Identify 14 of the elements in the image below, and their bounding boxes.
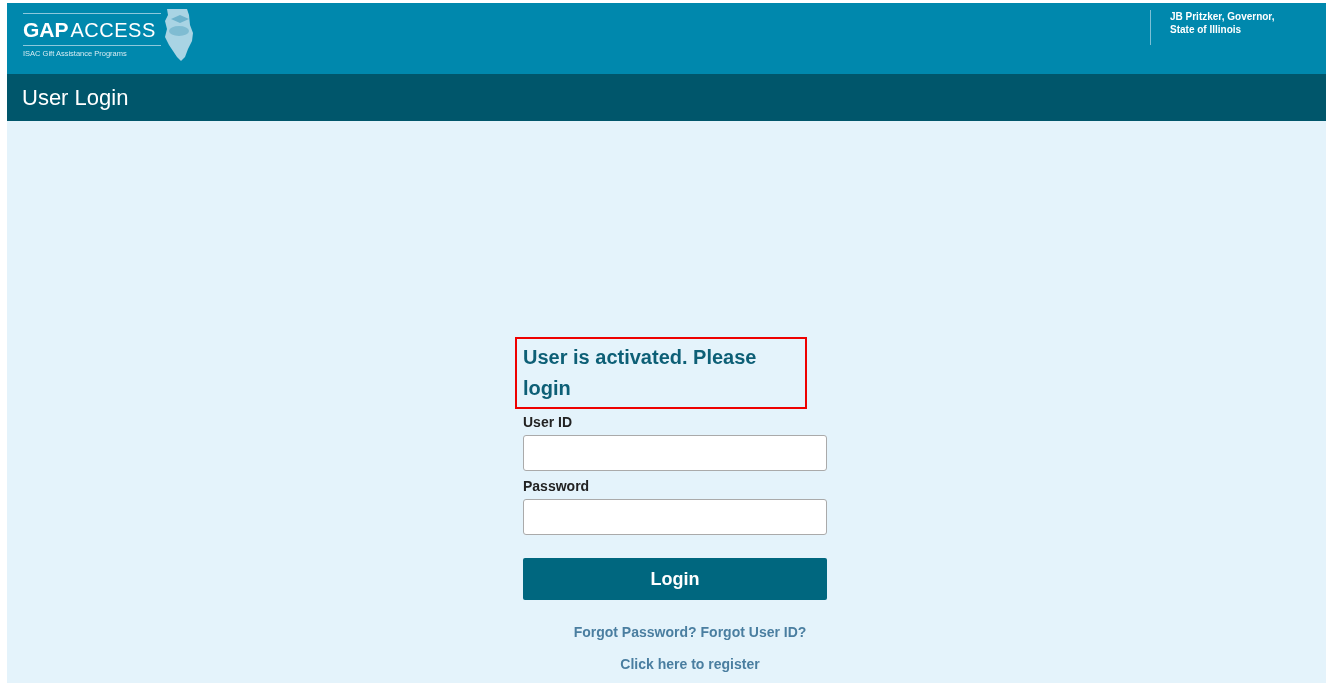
- logo-wordmark-bold: GAP: [23, 18, 69, 42]
- input-field[interactable]: [523, 499, 827, 535]
- link[interactable]: Forgot User ID?: [700, 624, 807, 640]
- link[interactable]: Forgot Password?: [573, 624, 697, 640]
- field-label: User ID: [523, 414, 574, 430]
- input-field[interactable]: [523, 435, 827, 471]
- register-link[interactable]: Click here to register: [620, 656, 760, 672]
- login-button[interactable]: Login: [523, 558, 827, 600]
- governor-text: State of Illinois: [1170, 23, 1243, 36]
- status-message: User is activated. Please login: [515, 337, 807, 409]
- logo-wordmark-light: ACCESS: [70, 19, 156, 42]
- governor-text: JB Pritzker, Governor,: [1170, 10, 1276, 23]
- field-label: Password: [523, 478, 591, 494]
- page-title: User Login: [22, 84, 129, 111]
